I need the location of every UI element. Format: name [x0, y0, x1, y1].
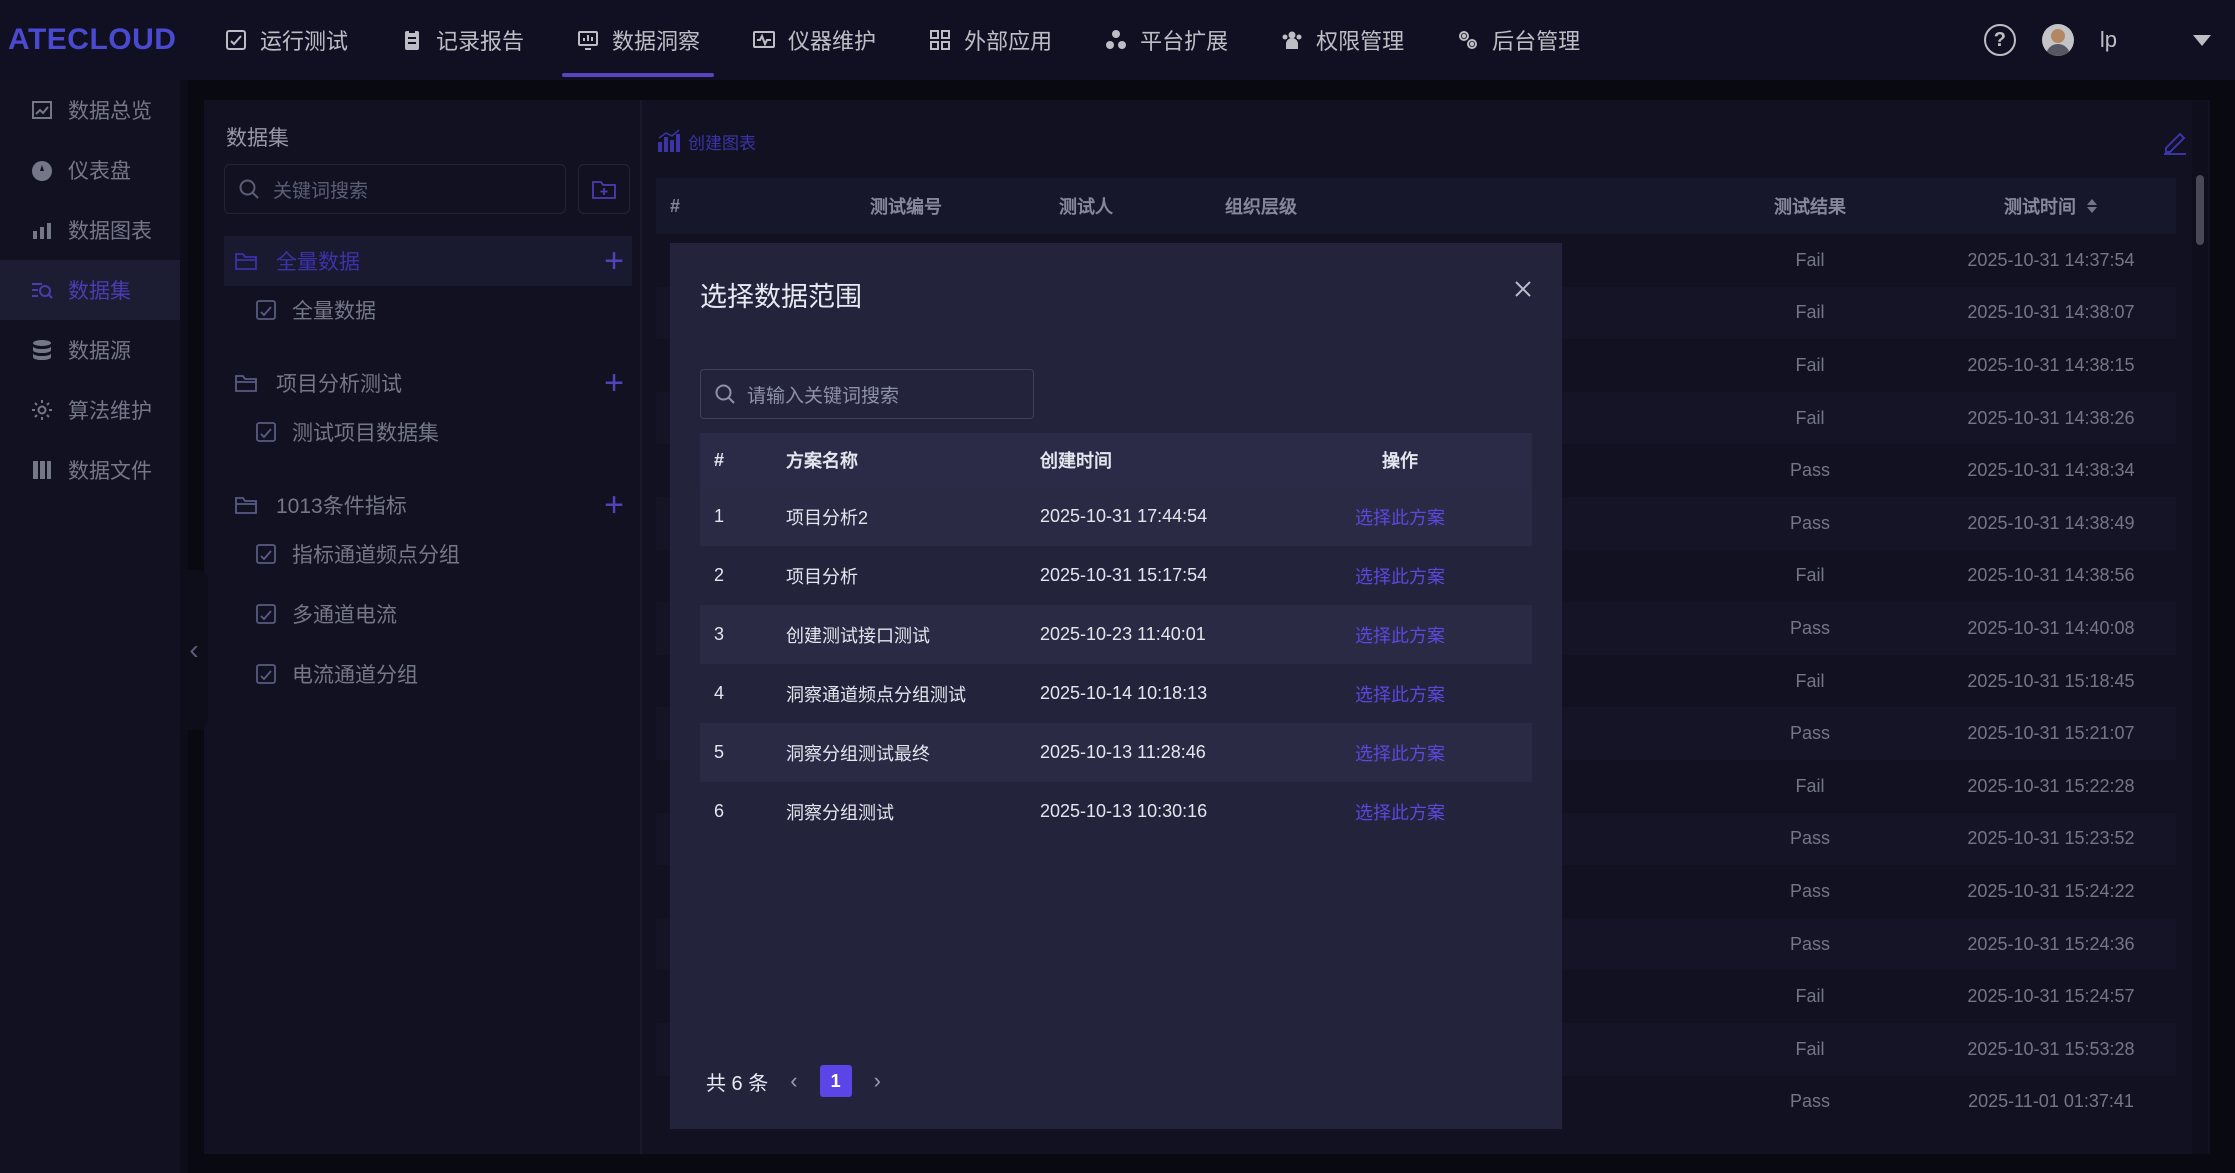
scheme-created-time: 2025-10-14 10:18:13	[1040, 683, 1208, 703]
pagination: 共 6 条 ‹ 1 ›	[706, 1065, 881, 1097]
scheme-row: 2 项目分析 2025-10-31 15:17:54 选择此方案	[700, 546, 1532, 605]
scheme-index: 6	[714, 801, 725, 821]
dialog-title: 选择数据范围	[700, 282, 862, 312]
scheme-row: 4 洞察通道频点分组测试 2025-10-14 10:18:13 选择此方案	[700, 664, 1532, 723]
col-action: 操作	[1382, 451, 1418, 471]
scheme-table: # 方案名称 创建时间 操作 1 项目分析2 2025-10-31 17:44:54…	[700, 433, 1532, 841]
close-icon[interactable]	[1512, 278, 1534, 300]
total-count: 共 6 条	[706, 1072, 769, 1095]
page-number-button[interactable]: 1	[819, 1065, 852, 1097]
scheme-name: 项目分析2	[786, 507, 869, 528]
search-icon	[715, 384, 735, 404]
scheme-name: 洞察通道频点分组测试	[786, 684, 966, 705]
scheme-row: 3 创建测试接口测试 2025-10-23 11:40:01 选择此方案	[700, 605, 1532, 664]
col-index: #	[714, 449, 725, 470]
scheme-created-time: 2025-10-13 10:30:16	[1040, 801, 1208, 821]
select-scheme-link[interactable]: 选择此方案	[1340, 681, 1460, 707]
scheme-index: 2	[714, 565, 725, 585]
select-scheme-link[interactable]: 选择此方案	[1340, 799, 1460, 825]
select-scheme-link[interactable]: 选择此方案	[1340, 622, 1460, 648]
select-scheme-link[interactable]: 选择此方案	[1340, 563, 1460, 589]
scheme-table-body: 1 项目分析2 2025-10-31 17:44:54 选择此方案 2 项目分析 2025-…	[700, 487, 1532, 841]
scheme-index: 4	[714, 683, 725, 703]
col-created-time: 创建时间	[1040, 451, 1112, 471]
scheme-index: 1	[714, 506, 725, 526]
scheme-created-time: 2025-10-13 11:28:46	[1040, 742, 1206, 762]
prev-page-button[interactable]: ‹	[790, 1068, 797, 1094]
select-scheme-link[interactable]: 选择此方案	[1340, 504, 1460, 530]
scheme-created-time: 2025-10-23 11:40:01	[1040, 624, 1206, 644]
scheme-search-input[interactable]: 请输入关键词搜索	[700, 369, 1034, 419]
scheme-created-time: 2025-10-31 17:44:54	[1040, 506, 1208, 526]
select-scheme-link[interactable]: 选择此方案	[1340, 740, 1460, 766]
col-scheme-name: 方案名称	[786, 451, 858, 471]
scheme-name: 项目分析	[786, 566, 858, 587]
scheme-row: 5 洞察分组测试最终 2025-10-13 11:28:46 选择此方案	[700, 723, 1532, 782]
next-page-button[interactable]: ›	[874, 1068, 881, 1094]
scheme-index: 3	[714, 624, 725, 644]
scheme-table-header: # 方案名称 创建时间 操作	[700, 433, 1532, 487]
scheme-row: 6 洞察分组测试 2025-10-13 10:30:16 选择此方案	[700, 782, 1532, 841]
select-data-range-dialog: 选择数据范围 请输入关键词搜索 # 方案名称 创建时间 操作 1 项目分析2 202…	[670, 243, 1562, 1129]
scheme-index: 5	[714, 742, 725, 762]
scheme-created-time: 2025-10-31 15:17:54	[1040, 565, 1208, 585]
scheme-name: 洞察分组测试最终	[786, 743, 930, 764]
scheme-search-placeholder: 请输入关键词搜索	[747, 385, 900, 407]
scheme-name: 洞察分组测试	[786, 802, 894, 823]
scheme-name: 创建测试接口测试	[786, 625, 930, 646]
scheme-row: 1 项目分析2 2025-10-31 17:44:54 选择此方案	[700, 487, 1532, 546]
